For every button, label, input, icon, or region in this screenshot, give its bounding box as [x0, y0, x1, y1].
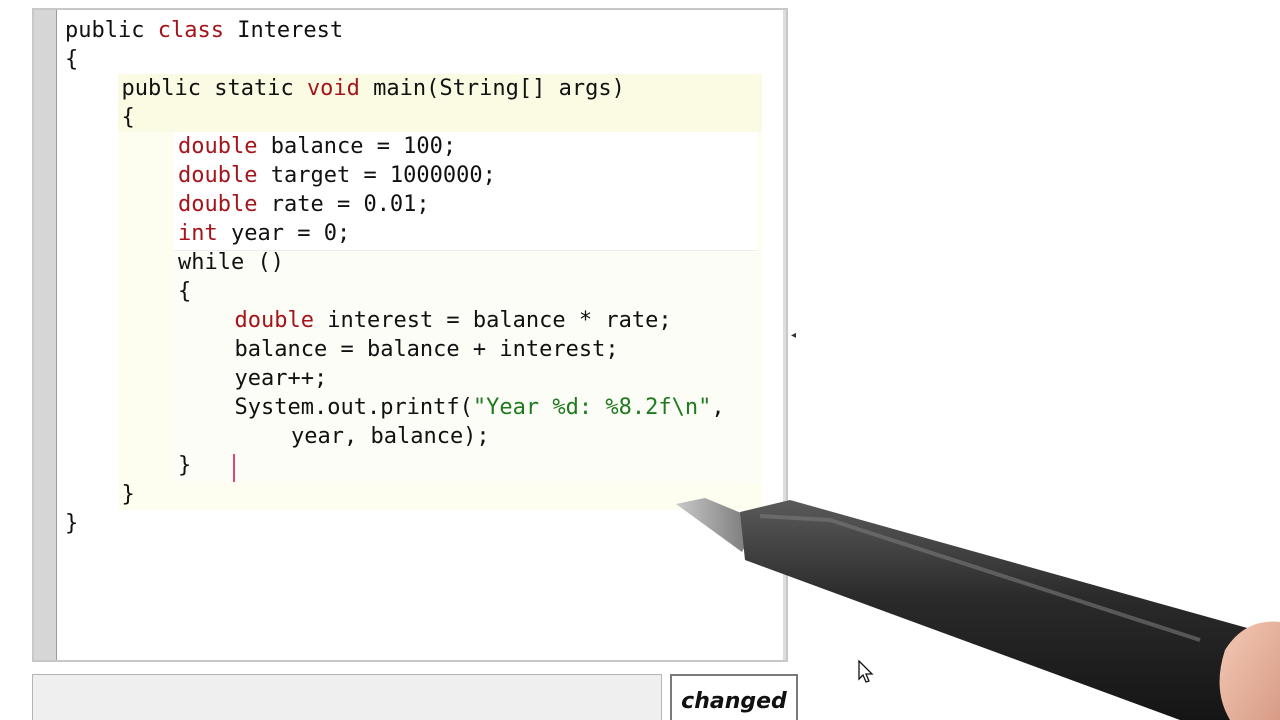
- code-token: }: [65, 511, 79, 536]
- text-cursor: [233, 454, 235, 482]
- code-token: Interest: [223, 18, 344, 43]
- code-line[interactable]: }: [178, 451, 191, 480]
- code-line[interactable]: double interest = balance * rate;: [235, 306, 672, 335]
- changed-status-badge: changed: [670, 674, 798, 720]
- code-token: System.out.printf(: [234, 395, 473, 420]
- hand: [1219, 621, 1280, 720]
- code-token: year = 0;: [217, 221, 351, 246]
- code-line[interactable]: public class Interest: [65, 16, 343, 45]
- code-line[interactable]: double balance = 100;: [178, 132, 456, 161]
- code-keyword: double: [234, 308, 314, 333]
- code-line[interactable]: int year = 0;: [178, 219, 350, 248]
- code-token: interest = balance * rate;: [313, 308, 672, 333]
- pen-body: [740, 500, 1280, 720]
- code-token: year, balance);: [291, 424, 490, 449]
- code-token: main(String[] args): [359, 76, 625, 101]
- code-token: }: [121, 482, 135, 507]
- code-line[interactable]: year++;: [235, 364, 328, 393]
- code-token: {: [65, 47, 79, 72]
- editor-gutter: [34, 10, 57, 660]
- code-keyword: class: [157, 18, 224, 43]
- code-token: while (): [178, 250, 284, 275]
- code-line[interactable]: System.out.printf("Year %d: %8.2f\n",: [235, 393, 725, 422]
- status-message-field: [32, 674, 662, 720]
- code-keyword: int: [178, 221, 218, 246]
- code-token: public static: [121, 76, 307, 101]
- code-line[interactable]: {: [178, 277, 191, 306]
- code-line[interactable]: public static void main(String[] args): [122, 74, 625, 103]
- code-token: }: [178, 453, 192, 478]
- code-line[interactable]: double rate = 0.01;: [178, 190, 430, 219]
- editor-edge: [783, 10, 786, 660]
- code-string: "Year %d: %8.2f\n": [472, 395, 712, 420]
- code-token: balance = balance + interest;: [234, 337, 619, 362]
- badge-label: changed: [681, 689, 787, 714]
- code-line[interactable]: {: [122, 103, 135, 132]
- code-line[interactable]: {: [65, 45, 78, 74]
- code-token: rate = 0.01;: [257, 192, 430, 217]
- screen: public class Interest{public static void…: [0, 0, 1280, 720]
- code-line[interactable]: double target = 1000000;: [178, 161, 496, 190]
- code-line[interactable]: year, balance);: [291, 422, 490, 451]
- code-line[interactable]: balance = balance + interest;: [235, 335, 619, 364]
- code-token: balance = 100;: [257, 134, 457, 159]
- code-token: ,: [711, 395, 725, 420]
- code-line[interactable]: while (): [178, 248, 284, 277]
- code-keyword: double: [178, 192, 258, 217]
- code-token: {: [178, 279, 192, 304]
- mouse-pointer-icon: [858, 660, 874, 683]
- code-token: {: [121, 105, 135, 130]
- code-line[interactable]: }: [122, 480, 135, 509]
- code-keyword: double: [178, 134, 258, 159]
- collapse-arrow-icon[interactable]: ◂: [791, 330, 796, 341]
- code-line[interactable]: }: [65, 509, 78, 538]
- code-keyword: double: [178, 163, 258, 188]
- code-keyword: void: [306, 76, 360, 101]
- code-token: target = 1000000;: [257, 163, 496, 188]
- code-token: year++;: [234, 366, 328, 391]
- code-token: public: [65, 18, 158, 43]
